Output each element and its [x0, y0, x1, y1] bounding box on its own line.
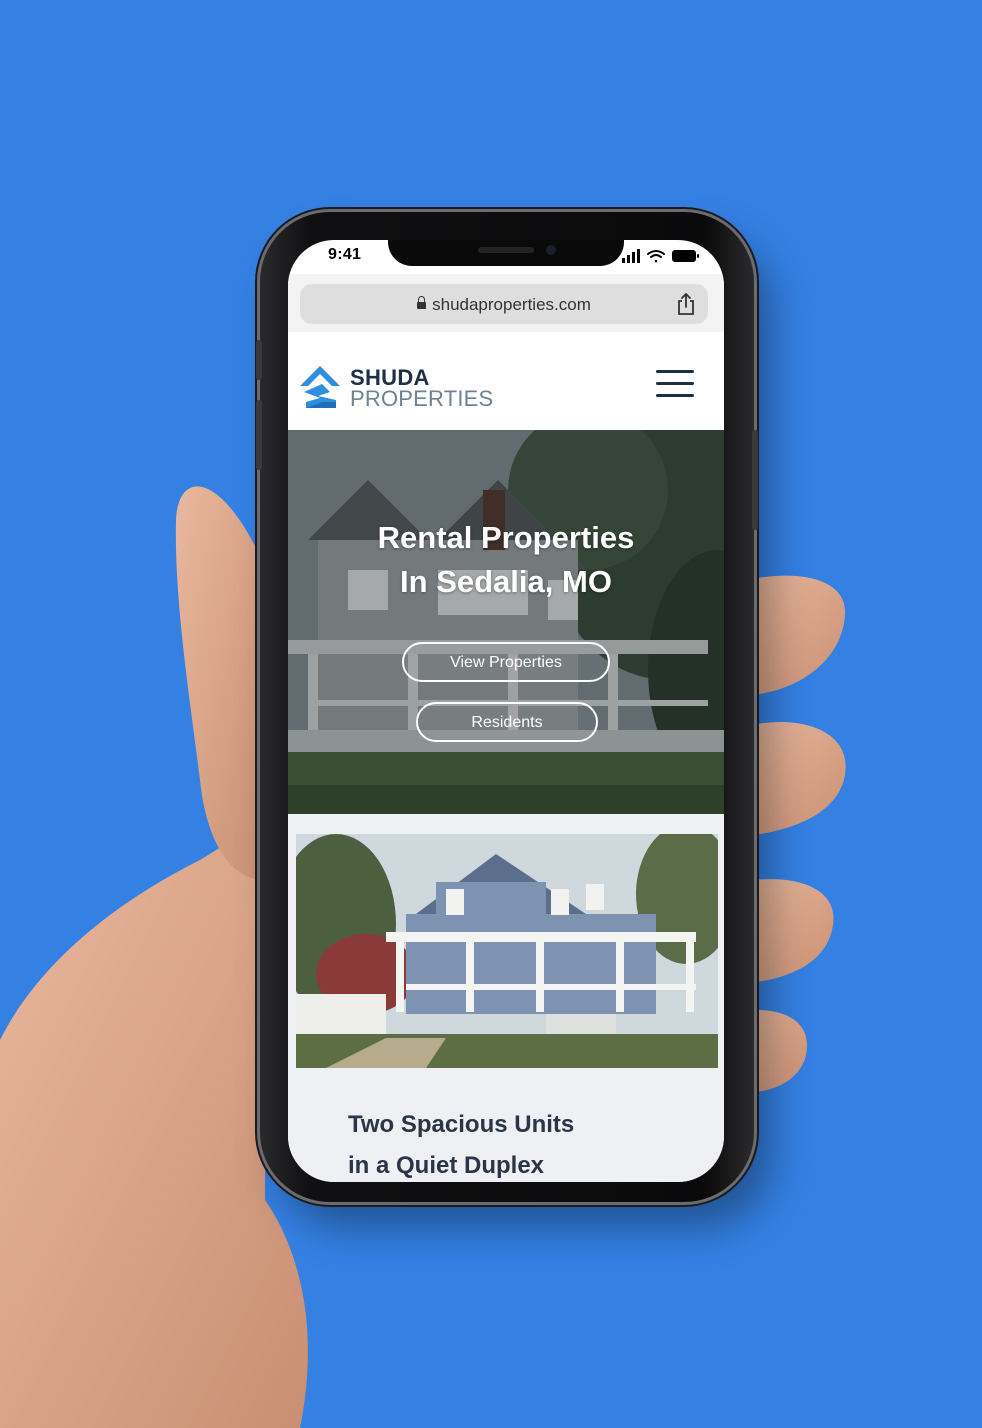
url-text: shudaproperties.com: [432, 295, 591, 314]
signal-icon: [622, 249, 640, 263]
logo-text-properties: PROPERTIES: [350, 386, 494, 411]
hero-title: Rental Properties In Sedalia, MO: [288, 516, 724, 604]
wifi-icon: [647, 250, 665, 263]
hero-overlay: [288, 430, 724, 814]
phone-volume-button: [256, 400, 262, 470]
feature-title-line1: Two Spacious Units: [348, 1111, 575, 1138]
battery-icon: [672, 250, 699, 262]
phone-notch: [388, 240, 624, 266]
phone-side-button: [256, 340, 262, 380]
shuda-logo-icon[interactable]: [298, 362, 344, 410]
status-icons: [622, 249, 699, 263]
hero-title-line1: Rental Properties: [377, 520, 635, 555]
feature-title-line2: in a Quiet Duplex: [348, 1152, 545, 1179]
status-time: 9:41: [328, 246, 362, 263]
share-icon[interactable]: [676, 293, 696, 315]
hero-title-line2: In Sedalia, MO: [400, 564, 612, 599]
speaker-grille: [478, 247, 534, 253]
residents-button[interactable]: Residents: [416, 702, 598, 742]
lock-icon: [417, 296, 427, 309]
feature-section: Two Spacious Units in a Quiet Duplex: [288, 814, 724, 1182]
site-header: SHUDA PROPERTIES: [288, 332, 724, 430]
front-camera: [546, 245, 556, 255]
feature-title: Two Spacious Units in a Quiet Duplex: [348, 1104, 668, 1182]
property-photo[interactable]: [296, 834, 718, 1068]
menu-icon[interactable]: [656, 370, 694, 398]
address-bar[interactable]: shudaproperties.com: [300, 284, 708, 324]
hero-section: Rental Properties In Sedalia, MO View Pr…: [288, 430, 724, 814]
phone-screen: 9:41 shudaproperties.com SHUDA PROPERTIE…: [288, 240, 724, 1182]
browser-bar: shudaproperties.com: [288, 274, 724, 332]
view-properties-button[interactable]: View Properties: [402, 642, 610, 682]
phone-power-button: [752, 430, 758, 530]
